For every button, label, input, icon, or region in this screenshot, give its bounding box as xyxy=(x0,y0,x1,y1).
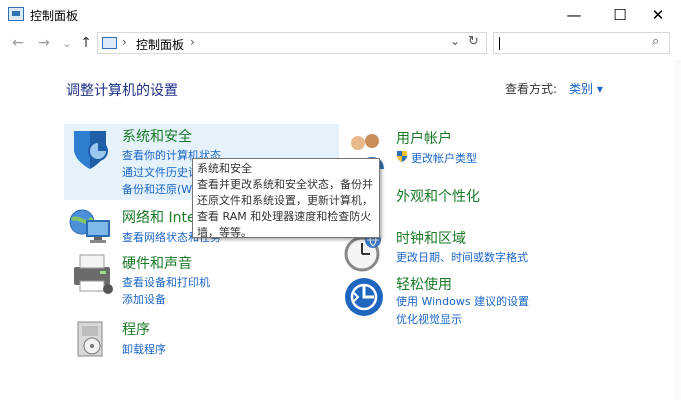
network-icon xyxy=(68,208,114,248)
tooltip-line: 还原文件和系统设置，更新计算机， xyxy=(197,194,373,207)
user-accounts-title[interactable]: 用户帐户 xyxy=(396,128,452,148)
change-date-time-link[interactable]: 更改日期、时间或数字格式 xyxy=(396,249,528,265)
control-panel-icon xyxy=(8,7,24,21)
view-by-label: 查看方式: xyxy=(505,82,558,96)
add-device-link[interactable]: 添加设备 xyxy=(122,291,166,307)
view-mode-dropdown[interactable]: 类别 ▾ xyxy=(569,80,603,97)
breadcrumb-control-panel[interactable]: 控制面板 xyxy=(136,36,184,53)
change-account-type-link[interactable]: 更改帐户类型 xyxy=(411,150,477,166)
clock-region-title[interactable]: 时钟和区域 xyxy=(396,228,466,248)
system-security-title[interactable]: 系统和安全 xyxy=(122,126,192,146)
recent-locations-icon[interactable]: ⌄ xyxy=(58,33,76,53)
network-internet-title[interactable]: 网络和 Internet xyxy=(122,207,192,227)
optimize-visual-display-link[interactable]: 优化视觉显示 xyxy=(396,311,462,327)
tooltip: 系统和安全 查看并更改系统和安全状态，备份并 还原文件和系统设置，更新计算机， … xyxy=(192,158,380,239)
window-title: 控制面板 xyxy=(30,9,79,23)
tooltip-line: 查看并更改系统和安全状态，备份并 xyxy=(197,178,373,191)
tooltip-line: 墙，等等。 xyxy=(197,226,252,239)
minimize-button[interactable]: — xyxy=(551,0,597,30)
search-box[interactable]: ⌕ xyxy=(493,32,670,54)
breadcrumb-chevron-icon[interactable]: › xyxy=(190,35,195,49)
close-button[interactable]: ✕ xyxy=(635,0,681,30)
programs-icon xyxy=(72,320,112,360)
up-arrow-icon[interactable]: ↑ xyxy=(77,33,95,53)
appearance-personalization-title[interactable]: 外观和个性化 xyxy=(396,186,480,206)
hardware-sound-title[interactable]: 硬件和声音 xyxy=(122,253,192,273)
ease-of-access-icon xyxy=(344,277,384,317)
printer-icon xyxy=(70,251,114,295)
control-panel-icon xyxy=(102,37,117,49)
tooltip-title: 系统和安全 xyxy=(197,162,252,175)
text-cursor xyxy=(499,37,500,50)
address-bar[interactable]: › 控制面板 › ⌄ ↻ xyxy=(97,32,487,54)
forward-arrow-icon[interactable]: → xyxy=(35,33,53,53)
address-dropdown-icon[interactable]: ⌄ xyxy=(450,34,460,48)
recommended-settings-link[interactable]: 使用 Windows 建议的设置 xyxy=(396,293,529,309)
ease-of-access-title[interactable]: 轻松使用 xyxy=(396,274,452,294)
programs-title[interactable]: 程序 xyxy=(122,319,150,339)
devices-printers-link[interactable]: 查看设备和打印机 xyxy=(122,274,210,290)
page-title: 调整计算机的设置 xyxy=(66,83,178,99)
uninstall-program-link[interactable]: 卸载程序 xyxy=(122,341,166,357)
scrollbar[interactable] xyxy=(674,60,681,400)
uac-shield-icon xyxy=(396,150,408,163)
refresh-icon[interactable]: ↻ xyxy=(468,34,479,49)
shield-icon xyxy=(68,127,112,171)
breadcrumb-separator-icon: › xyxy=(122,35,127,49)
tooltip-line: 查看 RAM 和处理器速度和检查防火 xyxy=(197,210,372,223)
back-arrow-icon[interactable]: ← xyxy=(9,33,27,53)
search-icon[interactable]: ⌕ xyxy=(652,34,659,49)
